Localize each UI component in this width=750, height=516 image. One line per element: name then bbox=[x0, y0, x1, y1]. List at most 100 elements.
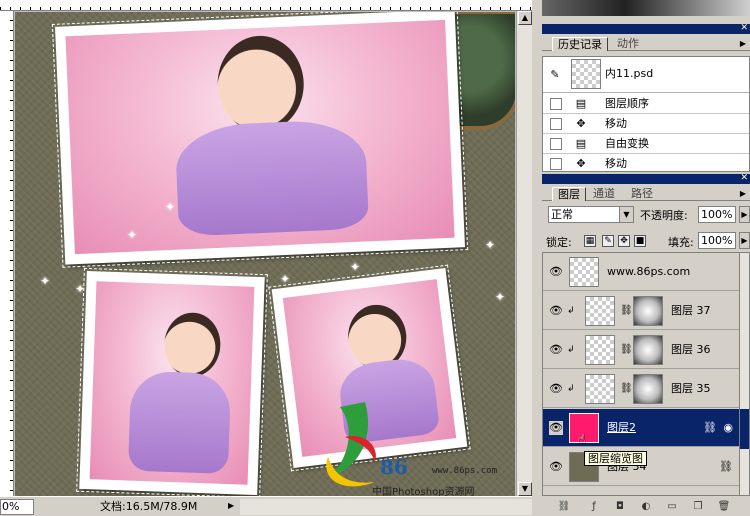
zoom-field[interactable]: 0% bbox=[0, 499, 34, 515]
history-source-checkbox[interactable] bbox=[550, 98, 562, 110]
link-icon[interactable]: ⛓ bbox=[719, 460, 733, 473]
eye-icon[interactable]: 👁 bbox=[549, 382, 563, 396]
layer-name[interactable]: 图层 36 bbox=[671, 343, 711, 357]
opacity-input[interactable]: 100% bbox=[698, 206, 736, 223]
history-source-checkbox[interactable] bbox=[550, 158, 562, 170]
image-canvas[interactable]: ✦ ✦ ✦ ✦ ✦ ✦ ✦ ✦ 86 www.86ps.com 中国Photos… bbox=[15, 12, 515, 496]
navigator-panel-remnant bbox=[542, 0, 750, 16]
mask-link-icon[interactable]: ⛓ bbox=[620, 305, 633, 316]
eye-icon[interactable]: 👁 bbox=[549, 343, 563, 357]
layer-row-2-selected[interactable]: 👁 图层2 ⛓ ◉ bbox=[543, 409, 739, 447]
document-icon: ▤ bbox=[575, 137, 587, 150]
snapshot-label: 内11.psd bbox=[605, 67, 654, 80]
opacity-slider-icon[interactable]: ▶ bbox=[739, 206, 750, 223]
document-window: ✦ ✦ ✦ ✦ ✦ ✦ ✦ ✦ 86 www.86ps.com 中国Photos… bbox=[0, 0, 532, 516]
mask-link-icon[interactable]: ⛓ bbox=[620, 383, 633, 394]
history-item-label: 自由变换 bbox=[605, 137, 649, 150]
lock-pixels-icon[interactable]: ✎ bbox=[602, 235, 614, 247]
layer-thumbnail[interactable] bbox=[585, 335, 615, 365]
layer-thumbnail[interactable] bbox=[585, 374, 615, 404]
history-panel-titlebar[interactable]: ✕ bbox=[542, 23, 750, 34]
sparkle-icon: ✦ bbox=[485, 238, 496, 252]
history-snapshot[interactable]: ✎ 内11.psd bbox=[543, 57, 749, 93]
new-group-icon[interactable]: ▭ bbox=[664, 500, 680, 514]
history-item[interactable]: ✥ 移动 bbox=[543, 114, 749, 134]
sparkle-icon: ✦ bbox=[350, 260, 361, 274]
tab-paths[interactable]: 路径 bbox=[626, 187, 658, 201]
adjustment-layer-icon[interactable]: ◐ bbox=[638, 500, 654, 514]
history-item[interactable]: ✥ 移动 bbox=[543, 154, 749, 174]
layer-mask-thumbnail[interactable] bbox=[633, 374, 663, 404]
history-item-label: 图层顺序 bbox=[605, 97, 649, 110]
opacity-label: 不透明度: bbox=[640, 209, 688, 222]
layer-row-35[interactable]: 👁 ↲ ⛓ 图层 35 bbox=[543, 370, 739, 408]
brush-source-icon[interactable]: ✎ bbox=[547, 67, 563, 83]
layer-name[interactable]: 图层2 bbox=[607, 421, 636, 435]
layers-scrollbar[interactable] bbox=[740, 252, 750, 496]
layer-name[interactable]: www.86ps.com bbox=[607, 265, 690, 279]
watermark-logo: 86 www.86ps.com 中国Photoshop资源网 bbox=[320, 397, 515, 496]
layer-name[interactable]: 图层 37 bbox=[671, 304, 711, 318]
eye-icon[interactable]: 👁 bbox=[549, 421, 563, 435]
add-mask-icon[interactable]: ◘ bbox=[612, 500, 628, 514]
link-icon[interactable]: ⛓ bbox=[703, 421, 717, 434]
history-source-checkbox[interactable] bbox=[550, 138, 562, 150]
eye-icon[interactable]: 👁 bbox=[549, 265, 563, 279]
logo-site-name: 中国Photoshop资源网 bbox=[372, 487, 475, 496]
mask-link-icon[interactable]: ⛓ bbox=[620, 344, 633, 355]
lock-all-icon[interactable]: ■ bbox=[634, 235, 646, 247]
lock-transparency-icon[interactable]: ▦ bbox=[584, 235, 596, 247]
history-item[interactable]: ▤ 图层顺序 bbox=[543, 94, 749, 114]
history-item[interactable]: ▤ 自由变换 bbox=[543, 134, 749, 154]
tab-channels[interactable]: 通道 bbox=[588, 187, 620, 201]
fill-slider-icon[interactable]: ▶ bbox=[739, 232, 750, 249]
lock-position-icon[interactable]: ✥ bbox=[618, 235, 630, 247]
history-list: ✎ 内11.psd ▤ 图层顺序 ✥ 移动 ▤ 自由变换 ✥ 移动 bbox=[542, 56, 750, 174]
photo-frame-bottom-left bbox=[76, 267, 268, 496]
trash-icon[interactable]: 🗑 bbox=[716, 500, 732, 514]
layer-name[interactable]: 图层 35 bbox=[671, 382, 711, 396]
sparkle-icon: ✦ bbox=[165, 200, 176, 214]
blend-mode-value: 正常 bbox=[551, 208, 573, 221]
panel-menu-icon[interactable]: ▶ bbox=[738, 188, 748, 199]
tab-actions[interactable]: 动作 bbox=[612, 37, 644, 51]
layers-panel-titlebar[interactable]: ✕ bbox=[542, 173, 750, 184]
layer-style-icon[interactable]: ƒ bbox=[586, 500, 602, 514]
hand-cursor-icon: ☝ bbox=[578, 432, 586, 446]
status-menu-icon[interactable]: ▶ bbox=[228, 501, 234, 510]
chevron-down-icon[interactable]: ▼ bbox=[619, 207, 633, 222]
scroll-down-icon[interactable]: ▼ bbox=[518, 482, 532, 496]
layer-row-36[interactable]: 👁 ↲ ⛓ 图层 36 bbox=[543, 331, 739, 369]
close-icon[interactable]: ✕ bbox=[740, 173, 748, 183]
layer-mask-thumbnail[interactable] bbox=[633, 335, 663, 365]
layer-thumbnail[interactable] bbox=[569, 257, 599, 287]
history-item-label: 移动 bbox=[605, 157, 627, 170]
photoshop-window: ✦ ✦ ✦ ✦ ✦ ✦ ✦ ✦ 86 www.86ps.com 中国Photos… bbox=[0, 0, 750, 516]
tab-layers[interactable]: 图层 bbox=[552, 187, 586, 201]
new-layer-icon[interactable]: ❐ bbox=[690, 500, 706, 514]
layer-thumbnail[interactable] bbox=[585, 296, 615, 326]
vertical-ruler[interactable] bbox=[0, 11, 14, 496]
close-icon[interactable]: ✕ bbox=[740, 23, 748, 33]
eye-icon[interactable]: 👁 bbox=[549, 460, 563, 474]
layer-row-text[interactable]: 👁 www.86ps.com bbox=[543, 253, 739, 291]
clipping-arrow-icon: ↲ bbox=[567, 345, 575, 355]
clipping-arrow-icon: ↲ bbox=[567, 384, 575, 394]
link-layers-icon[interactable]: ⛓ bbox=[556, 500, 572, 514]
blend-mode-select[interactable]: 正常 ▼ bbox=[548, 206, 634, 223]
layer-mask-thumbnail[interactable] bbox=[633, 296, 663, 326]
panel-menu-icon[interactable]: ▶ bbox=[738, 38, 748, 49]
horizontal-scrollbar[interactable] bbox=[240, 499, 532, 515]
tab-history[interactable]: 历史记录 bbox=[552, 37, 608, 51]
move-icon: ✥ bbox=[576, 157, 586, 170]
fill-input[interactable]: 100% bbox=[698, 232, 736, 249]
layer-thumbnail-tooltip: 图层缩览图 bbox=[584, 451, 647, 466]
layer-row-37[interactable]: 👁 ↲ ⛓ 图层 37 bbox=[543, 292, 739, 330]
history-source-checkbox[interactable] bbox=[550, 118, 562, 130]
scroll-up-icon[interactable]: ▲ bbox=[518, 11, 532, 25]
vertical-scrollbar[interactable]: ▲ ▼ bbox=[516, 11, 532, 496]
layer-effects-icon[interactable]: ◉ bbox=[723, 421, 733, 434]
eye-icon[interactable]: 👁 bbox=[549, 304, 563, 318]
horizontal-ruler[interactable] bbox=[0, 0, 532, 11]
scroll-thumb[interactable] bbox=[740, 409, 749, 449]
